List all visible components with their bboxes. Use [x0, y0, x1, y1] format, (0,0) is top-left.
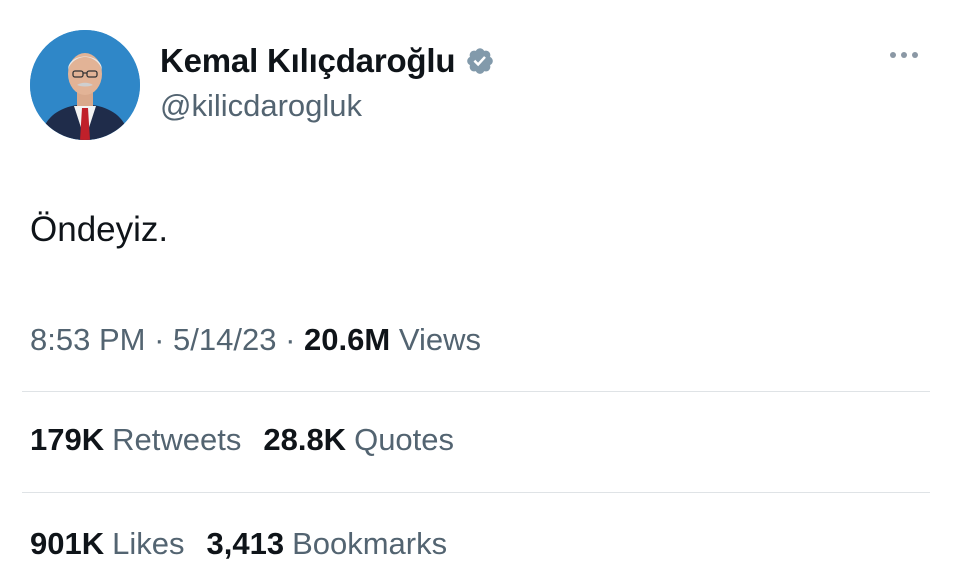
more-options-icon[interactable]	[890, 52, 918, 58]
quotes-stat[interactable]: 28.8K Quotes	[263, 422, 454, 458]
author-display-name[interactable]: Kemal Kılıçdaroğlu	[160, 42, 456, 80]
more-dot	[912, 52, 918, 58]
likes-stat[interactable]: 901K Likes	[30, 526, 184, 562]
verified-badge-icon	[467, 48, 494, 74]
meta-separator: ·	[285, 322, 296, 357]
tweet-time[interactable]: 8:53 PM	[30, 322, 145, 357]
bookmarks-label: Bookmarks	[292, 526, 448, 561]
bookmarks-count: 3,413	[206, 526, 285, 561]
author-name-row: Kemal Kılıçdaroğlu	[160, 42, 495, 80]
stats-row-retweets-quotes: 179K Retweets 28.8K Quotes	[30, 422, 454, 458]
views-label: Views	[398, 322, 481, 357]
quotes-label: Quotes	[354, 422, 455, 457]
tweet-date[interactable]: 5/14/23	[173, 322, 276, 357]
stats-row-likes-bookmarks: 901K Likes 3,413 Bookmarks	[30, 526, 447, 562]
retweets-count: 179K	[30, 422, 105, 457]
tweet-meta-row: 8:53 PM · 5/14/23 · 20.6M Views	[30, 322, 481, 358]
divider	[22, 492, 930, 493]
retweets-stat[interactable]: 179K Retweets	[30, 422, 241, 458]
likes-label: Likes	[112, 526, 185, 561]
tweet-text: Öndeyiz.	[30, 210, 169, 249]
views-count: 20.6M	[304, 322, 391, 357]
avatar[interactable]	[30, 30, 140, 140]
more-dot	[901, 52, 907, 58]
retweets-label: Retweets	[112, 422, 242, 457]
author-handle[interactable]: @kilicdarogluk	[160, 88, 362, 124]
meta-separator: ·	[154, 322, 165, 357]
likes-count: 901K	[30, 526, 105, 561]
quotes-count: 28.8K	[263, 422, 347, 457]
divider	[22, 391, 930, 392]
bookmarks-stat[interactable]: 3,413 Bookmarks	[206, 526, 447, 562]
more-dot	[890, 52, 896, 58]
